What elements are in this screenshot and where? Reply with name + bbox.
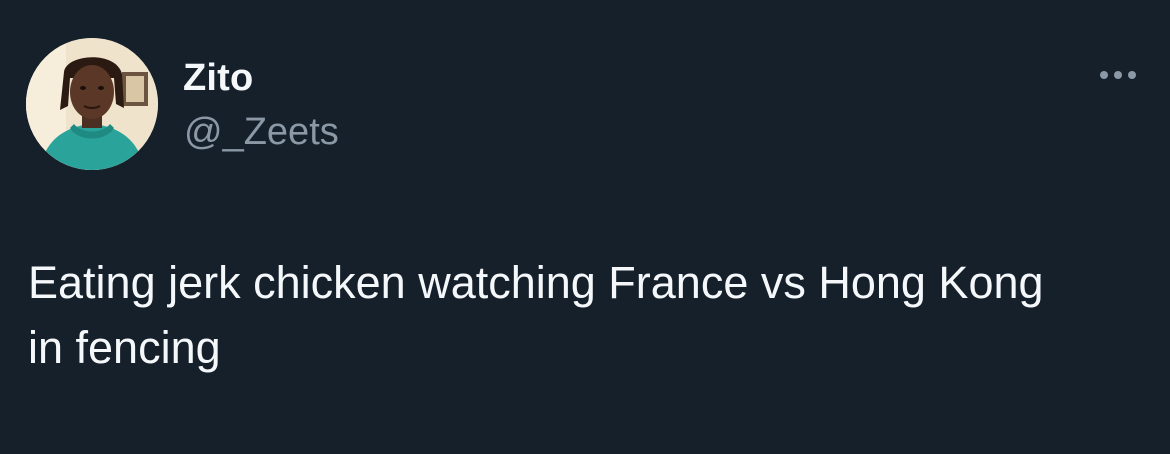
tweet-text: Eating jerk chicken watching France vs H… <box>28 257 1044 373</box>
avatar-photo-icon <box>26 38 158 170</box>
tweet-card: Zito @_Zeets Eating jerk chicken watchin… <box>0 0 1170 454</box>
author-display-name[interactable]: Zito <box>183 56 253 100</box>
more-horizontal-icon <box>1100 71 1136 79</box>
more-options-button[interactable] <box>1090 58 1146 92</box>
avatar[interactable] <box>26 38 158 170</box>
author-handle[interactable]: @_Zeets <box>184 110 339 154</box>
